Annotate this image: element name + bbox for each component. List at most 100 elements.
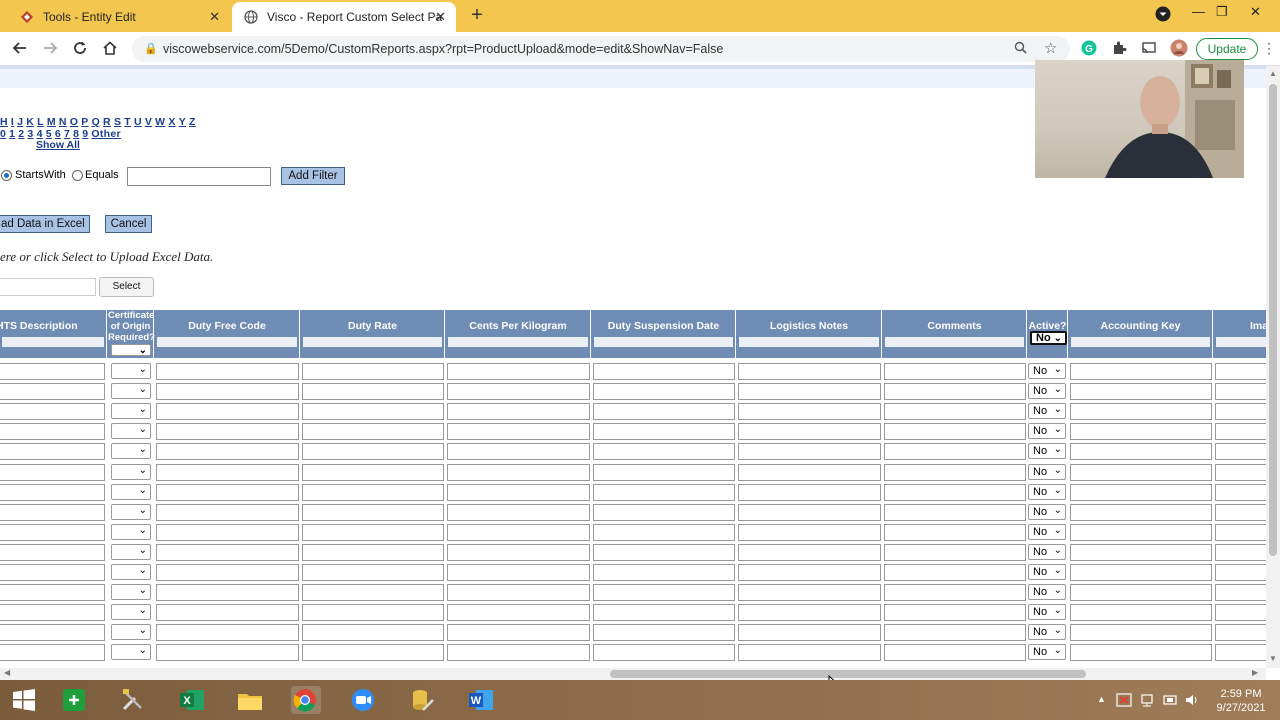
column-header[interactable]: Duty Free Code [155,310,300,358]
alpha-link-t[interactable]: T [124,116,131,128]
alpha-link-l[interactable]: L [37,116,44,128]
grid-text-input[interactable] [0,383,105,401]
more-menu-icon[interactable]: ⋮ [1262,40,1276,57]
active-select[interactable]: No ⌄ [1028,363,1066,379]
grid-text-input[interactable] [302,543,444,561]
column-header[interactable]: Active? No ⌄ [1028,310,1068,358]
grid-text-input[interactable] [593,383,735,401]
certificate-select[interactable]: ⌄ [111,423,151,440]
column-filter-input[interactable] [1071,337,1210,347]
scroll-down-icon[interactable]: ▼ [1269,654,1277,663]
column-filter-input[interactable] [303,337,442,347]
grid-text-input[interactable] [593,503,735,521]
grid-text-input[interactable] [447,564,590,581]
startswith-radio[interactable] [1,170,12,181]
grid-text-input[interactable] [1070,644,1212,662]
alpha-link-i[interactable]: I [11,116,14,128]
alpha-link-q[interactable]: Q [92,116,100,128]
column-filter-input[interactable] [594,337,733,347]
grid-text-input[interactable] [884,564,1026,581]
certificate-select[interactable]: ⌄ [111,483,151,500]
grid-text-input[interactable] [593,423,735,441]
alpha-link-2[interactable]: 2 [18,128,24,140]
grid-text-input[interactable] [302,604,444,622]
grid-text-input[interactable] [302,523,444,541]
grid-text-input[interactable] [302,383,444,401]
certificate-select[interactable]: ⌄ [111,363,151,379]
grid-text-input[interactable] [593,463,735,481]
grid-text-input[interactable] [738,463,881,481]
grid-text-input[interactable] [593,363,735,380]
file-explorer-icon[interactable] [236,686,264,714]
grid-text-input[interactable] [1215,543,1266,561]
grid-text-input[interactable] [1070,463,1212,481]
certificate-select[interactable]: ⌄ [111,584,151,601]
grid-text-input[interactable] [302,483,444,501]
active-select[interactable]: No ⌄ [1028,604,1066,621]
active-select[interactable]: No ⌄ [1028,644,1066,661]
column-filter-input[interactable] [1216,337,1266,347]
scroll-left-icon[interactable]: ◀ [4,668,10,677]
forward-icon[interactable] [42,40,58,61]
grid-text-input[interactable] [738,543,881,561]
grid-text-input[interactable] [0,584,105,602]
cast-icon[interactable] [1141,40,1157,56]
close-window-icon[interactable]: ✕ [1250,4,1261,20]
alpha-link-x[interactable]: X [168,116,175,128]
grid-text-input[interactable] [156,564,299,581]
grid-text-input[interactable] [593,543,735,561]
grid-text-input[interactable] [156,403,299,421]
active-select[interactable]: No ⌄ [1028,584,1066,601]
column-header[interactable]: HTS Description [0,310,107,358]
certificate-select[interactable]: ⌄ [111,503,151,520]
reload-icon[interactable] [72,40,88,61]
certificate-select[interactable]: ⌄ [111,523,151,540]
grid-text-input[interactable] [1070,503,1212,521]
active-select[interactable]: No ⌄ [1028,383,1066,400]
grid-text-input[interactable] [738,483,881,501]
alpha-link-u[interactable]: U [134,116,142,128]
column-header[interactable]: Duty Rate [301,310,445,358]
alpha-link-1[interactable]: 1 [9,128,15,140]
tray-network-icon[interactable] [1139,692,1155,713]
grid-text-input[interactable] [884,503,1026,521]
grid-text-input[interactable] [302,443,444,461]
zoom-app-icon[interactable] [349,686,377,714]
column-filter-input[interactable] [448,337,588,347]
alpha-link-r[interactable]: R [103,116,111,128]
grid-text-input[interactable] [884,543,1026,561]
grid-text-input[interactable] [447,604,590,622]
grid-text-input[interactable] [738,564,881,581]
grid-text-input[interactable] [593,443,735,461]
url-bar[interactable]: 🔒 viscowebservice.com/5Demo/CustomReport… [132,36,1070,62]
grid-text-input[interactable] [447,644,590,662]
alpha-link-y[interactable]: Y [179,116,186,128]
grid-text-input[interactable] [156,363,299,380]
grid-text-input[interactable] [884,523,1026,541]
column-header[interactable]: Accounting Key [1069,310,1213,358]
grid-text-input[interactable] [156,584,299,602]
grid-text-input[interactable] [884,443,1026,461]
select-file-button[interactable]: Select [99,277,154,297]
alpha-link-9[interactable]: 9 [82,128,88,140]
column-header[interactable]: Ima [1214,310,1266,358]
column-header[interactable]: Logistics Notes [737,310,882,358]
grid-text-input[interactable] [738,443,881,461]
grid-text-input[interactable] [738,403,881,421]
home-icon[interactable] [102,40,118,61]
grid-text-input[interactable] [156,604,299,622]
grid-text-input[interactable] [302,624,444,642]
grid-text-input[interactable] [1215,443,1266,461]
certificate-select[interactable]: ⌄ [111,644,151,661]
taskbar-clock[interactable]: 2:59 PM 9/27/2021 [1208,687,1274,715]
active-select[interactable]: No ⌄ [1028,624,1066,641]
filter-text-input[interactable] [127,167,271,186]
grid-text-input[interactable] [447,523,590,541]
grid-text-input[interactable] [1070,543,1212,561]
column-header[interactable]: Duty Suspension Date [592,310,736,358]
grid-text-input[interactable] [1215,523,1266,541]
grid-text-input[interactable] [738,503,881,521]
grid-text-input[interactable] [0,644,105,662]
grid-text-input[interactable] [302,564,444,581]
grammarly-icon[interactable]: G [1081,40,1097,56]
